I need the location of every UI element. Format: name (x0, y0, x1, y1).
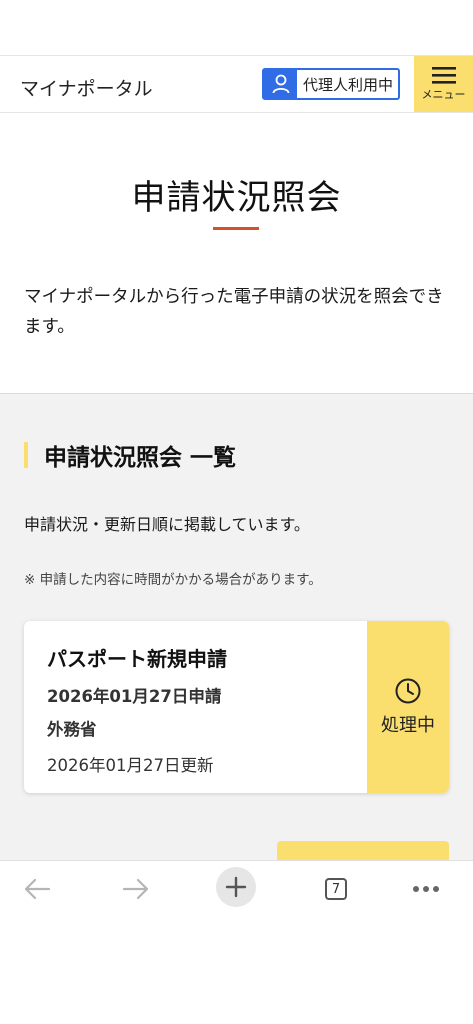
clock-icon (395, 678, 421, 704)
plus-icon (216, 867, 256, 907)
application-card[interactable]: パスポート新規申請 2026年01月27日申請 外務省 2026年01月27日更… (24, 621, 449, 793)
tabs-button[interactable]: 7 (318, 871, 354, 907)
application-date: 2026年01月27日申請 (47, 687, 222, 706)
proxy-user-button[interactable]: 代理人利用中 (262, 68, 400, 100)
application-updated-date: 2026年01月27日更新 (47, 756, 214, 775)
app-header: マイナポータル 代理人利用中 メニュー (0, 55, 473, 113)
section-heading: 申請状況照会 一覧 (24, 440, 237, 471)
forward-arrow-icon[interactable] (118, 871, 154, 907)
new-tab-button[interactable] (216, 867, 256, 907)
title-underline (213, 227, 259, 230)
page-title: 申請状況照会 (131, 178, 342, 218)
proxy-label: 代理人利用中 (303, 75, 394, 94)
order-note: 申請状況・更新日順に掲載しています。 (24, 515, 310, 534)
section-heading-text: 申請状況照会 一覧 (44, 445, 237, 471)
more-options-icon[interactable] (408, 871, 444, 907)
menu-button[interactable]: メニュー (414, 56, 473, 112)
page-root: マイナポータル 代理人利用中 メニュー 申請状況照会 マイナポータルから行った電… (0, 0, 473, 1024)
tab-count: 7 (325, 878, 347, 900)
site-name[interactable]: マイナポータル (20, 74, 153, 101)
intro-text: マイナポータルから行った電子申請の状況を照会できます。 (24, 287, 444, 337)
back-arrow-icon[interactable] (19, 871, 55, 907)
application-title: パスポート新規申請 (47, 647, 227, 671)
heading-accent-bar (24, 442, 28, 468)
status-badge: 処理中 (367, 621, 449, 793)
browser-toolbar: 7 (0, 860, 473, 916)
user-icon (264, 70, 297, 98)
application-ministry: 外務省 (47, 720, 97, 739)
hamburger-icon (431, 67, 456, 84)
warning-note: ※ 申請した内容に時間がかかる場合があります。 (24, 572, 322, 588)
status-text: 処理中 (381, 715, 435, 736)
menu-label: メニュー (421, 88, 466, 101)
